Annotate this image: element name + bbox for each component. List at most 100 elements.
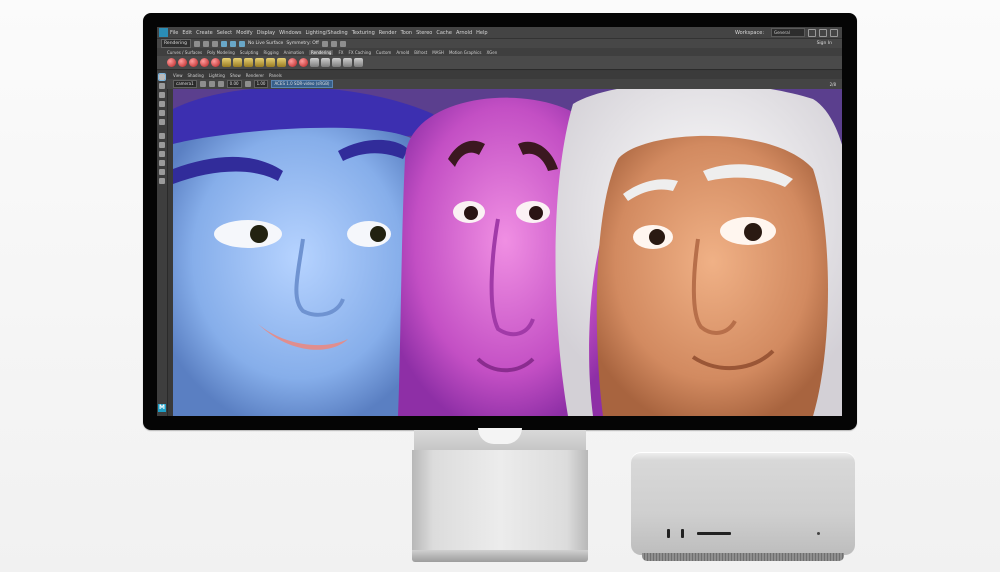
- light-tool-icon[interactable]: [222, 58, 231, 67]
- layout-icon[interactable]: [159, 142, 165, 148]
- open-scene-icon[interactable]: [203, 40, 209, 47]
- light-tool-icon[interactable]: [233, 58, 242, 67]
- rotate-tool-icon[interactable]: [159, 110, 165, 116]
- light-tool-icon[interactable]: [244, 58, 253, 67]
- menu-create[interactable]: Create: [196, 30, 213, 36]
- render-view-icon[interactable]: [288, 58, 297, 67]
- shelf-tab[interactable]: XGen: [486, 50, 497, 55]
- maya-logo-icon: M: [158, 404, 166, 412]
- render-layer-icon[interactable]: [332, 58, 341, 67]
- render-view-icon[interactable]: [299, 58, 308, 67]
- symmetry-label[interactable]: Symmetry: Off: [286, 41, 319, 46]
- menu-toon[interactable]: Toon: [401, 30, 413, 36]
- select-tool-icon[interactable]: [158, 73, 166, 81]
- shelf-tab-active[interactable]: Rendering: [309, 49, 334, 55]
- save-scene-icon[interactable]: [212, 40, 218, 47]
- camera-select[interactable]: camera1: [173, 80, 197, 88]
- usb-c-port: [667, 529, 670, 538]
- sd-card-slot: [697, 532, 731, 535]
- shelf-tab[interactable]: Animation: [284, 50, 304, 55]
- menu-display[interactable]: Display: [257, 30, 275, 36]
- color-space-select[interactable]: ACES 1.0 SDR-video (sRGB): [271, 80, 333, 88]
- camera-attributes-icon[interactable]: [199, 81, 206, 87]
- shelf-tab[interactable]: Bifrost: [414, 50, 427, 55]
- list-icon[interactable]: [343, 58, 352, 67]
- snap-curve-icon[interactable]: [230, 40, 236, 47]
- move-tool-icon[interactable]: [159, 101, 165, 107]
- shelf-tab[interactable]: FX: [338, 50, 343, 55]
- hypershade-icon[interactable]: [310, 58, 319, 67]
- shelf-tab[interactable]: Motion Graphics: [449, 50, 482, 55]
- shelf-tab[interactable]: Poly Modeling: [207, 50, 235, 55]
- render-settings-icon[interactable]: [339, 40, 346, 47]
- new-scene-icon[interactable]: [194, 40, 200, 47]
- light-tool-icon[interactable]: [255, 58, 264, 67]
- shelf-tab[interactable]: MASH: [432, 50, 444, 55]
- layout-icon[interactable]: [159, 160, 165, 166]
- light-tool-icon[interactable]: [277, 58, 286, 67]
- scale-tool-icon[interactable]: [159, 119, 165, 125]
- exposure-field[interactable]: 0.00: [226, 80, 242, 88]
- gamma-field[interactable]: 1.00: [253, 80, 269, 88]
- camera-icon[interactable]: [321, 58, 330, 67]
- menu-edit[interactable]: Edit: [182, 30, 192, 36]
- mac-studio: [631, 452, 855, 555]
- menu-cache[interactable]: Cache: [436, 30, 452, 36]
- gamma-icon[interactable]: [244, 81, 251, 87]
- layout-icon[interactable]: [159, 178, 165, 184]
- sphere-shader-icon[interactable]: [189, 58, 198, 67]
- panel-toolbar: camera1 0.00 1.00 ACES 1.0 SDR-video (sR…: [167, 79, 842, 89]
- sphere-shader-icon[interactable]: [211, 58, 220, 67]
- paint-tool-icon[interactable]: [159, 92, 165, 98]
- panel-menu-renderer[interactable]: Renderer: [246, 73, 264, 78]
- display-screen: File Edit Create Select Modify Display W…: [157, 27, 842, 416]
- shelf-tab[interactable]: Sculpting: [240, 50, 259, 55]
- menu-modify[interactable]: Modify: [236, 30, 253, 36]
- shelf-tab[interactable]: Custom: [376, 50, 391, 55]
- shelf-tab[interactable]: Arnold: [396, 50, 409, 55]
- help-icon[interactable]: [354, 58, 363, 67]
- menu-stereo[interactable]: Stereo: [416, 30, 432, 36]
- menu-windows[interactable]: Windows: [279, 30, 301, 36]
- image-plane-icon[interactable]: [208, 81, 215, 87]
- minimize-window-icon[interactable]: [808, 28, 816, 37]
- sphere-shader-icon[interactable]: [167, 58, 176, 67]
- menu-render[interactable]: Render: [379, 30, 397, 36]
- menu-lighting-shading[interactable]: Lighting/Shading: [305, 30, 347, 36]
- shelf-tab[interactable]: Curves / Surfaces: [167, 50, 202, 55]
- sphere-shader-icon[interactable]: [200, 58, 209, 67]
- blue-eye-left: [214, 220, 282, 248]
- panel-menu-show[interactable]: Show: [230, 73, 241, 78]
- maximize-window-icon[interactable]: [819, 28, 827, 37]
- layout-icon[interactable]: [159, 169, 165, 175]
- snap-grid-icon[interactable]: [221, 40, 227, 47]
- menu-help[interactable]: Help: [476, 30, 487, 36]
- workspace-select[interactable]: General: [771, 28, 805, 37]
- close-window-icon[interactable]: [830, 28, 838, 37]
- snap-point-icon[interactable]: [239, 40, 245, 47]
- render-viewport[interactable]: [173, 89, 842, 416]
- workspace-label: Workspace:: [734, 29, 764, 36]
- layout-icon[interactable]: [159, 151, 165, 157]
- menu-arnold[interactable]: Arnold: [456, 30, 472, 36]
- sphere-shader-icon[interactable]: [178, 58, 187, 67]
- usb-c-port: [681, 529, 684, 538]
- shelf-tab[interactable]: FX Caching: [349, 50, 371, 55]
- ipr-render-icon[interactable]: [330, 40, 337, 47]
- panel-menu-lighting[interactable]: Lighting: [209, 73, 225, 78]
- live-surface-label: No Live Surface: [248, 41, 284, 46]
- sign-in-link[interactable]: Sign In: [817, 41, 832, 46]
- light-tool-icon[interactable]: [266, 58, 275, 67]
- render-icon[interactable]: [321, 40, 328, 47]
- panel-menu-shading[interactable]: Shading: [188, 73, 204, 78]
- grid-toggle-icon[interactable]: [217, 81, 224, 87]
- menu-select[interactable]: Select: [217, 30, 232, 36]
- shelf-tab[interactable]: Rigging: [263, 50, 278, 55]
- menuset-select[interactable]: Rendering: [161, 39, 191, 48]
- panel-menu-view[interactable]: View: [173, 73, 183, 78]
- panel-menu-panels[interactable]: Panels: [269, 73, 282, 78]
- layout-icon[interactable]: [159, 133, 165, 139]
- menu-texturing[interactable]: Texturing: [352, 30, 375, 36]
- menu-file[interactable]: File: [170, 30, 178, 36]
- lasso-tool-icon[interactable]: [159, 83, 165, 89]
